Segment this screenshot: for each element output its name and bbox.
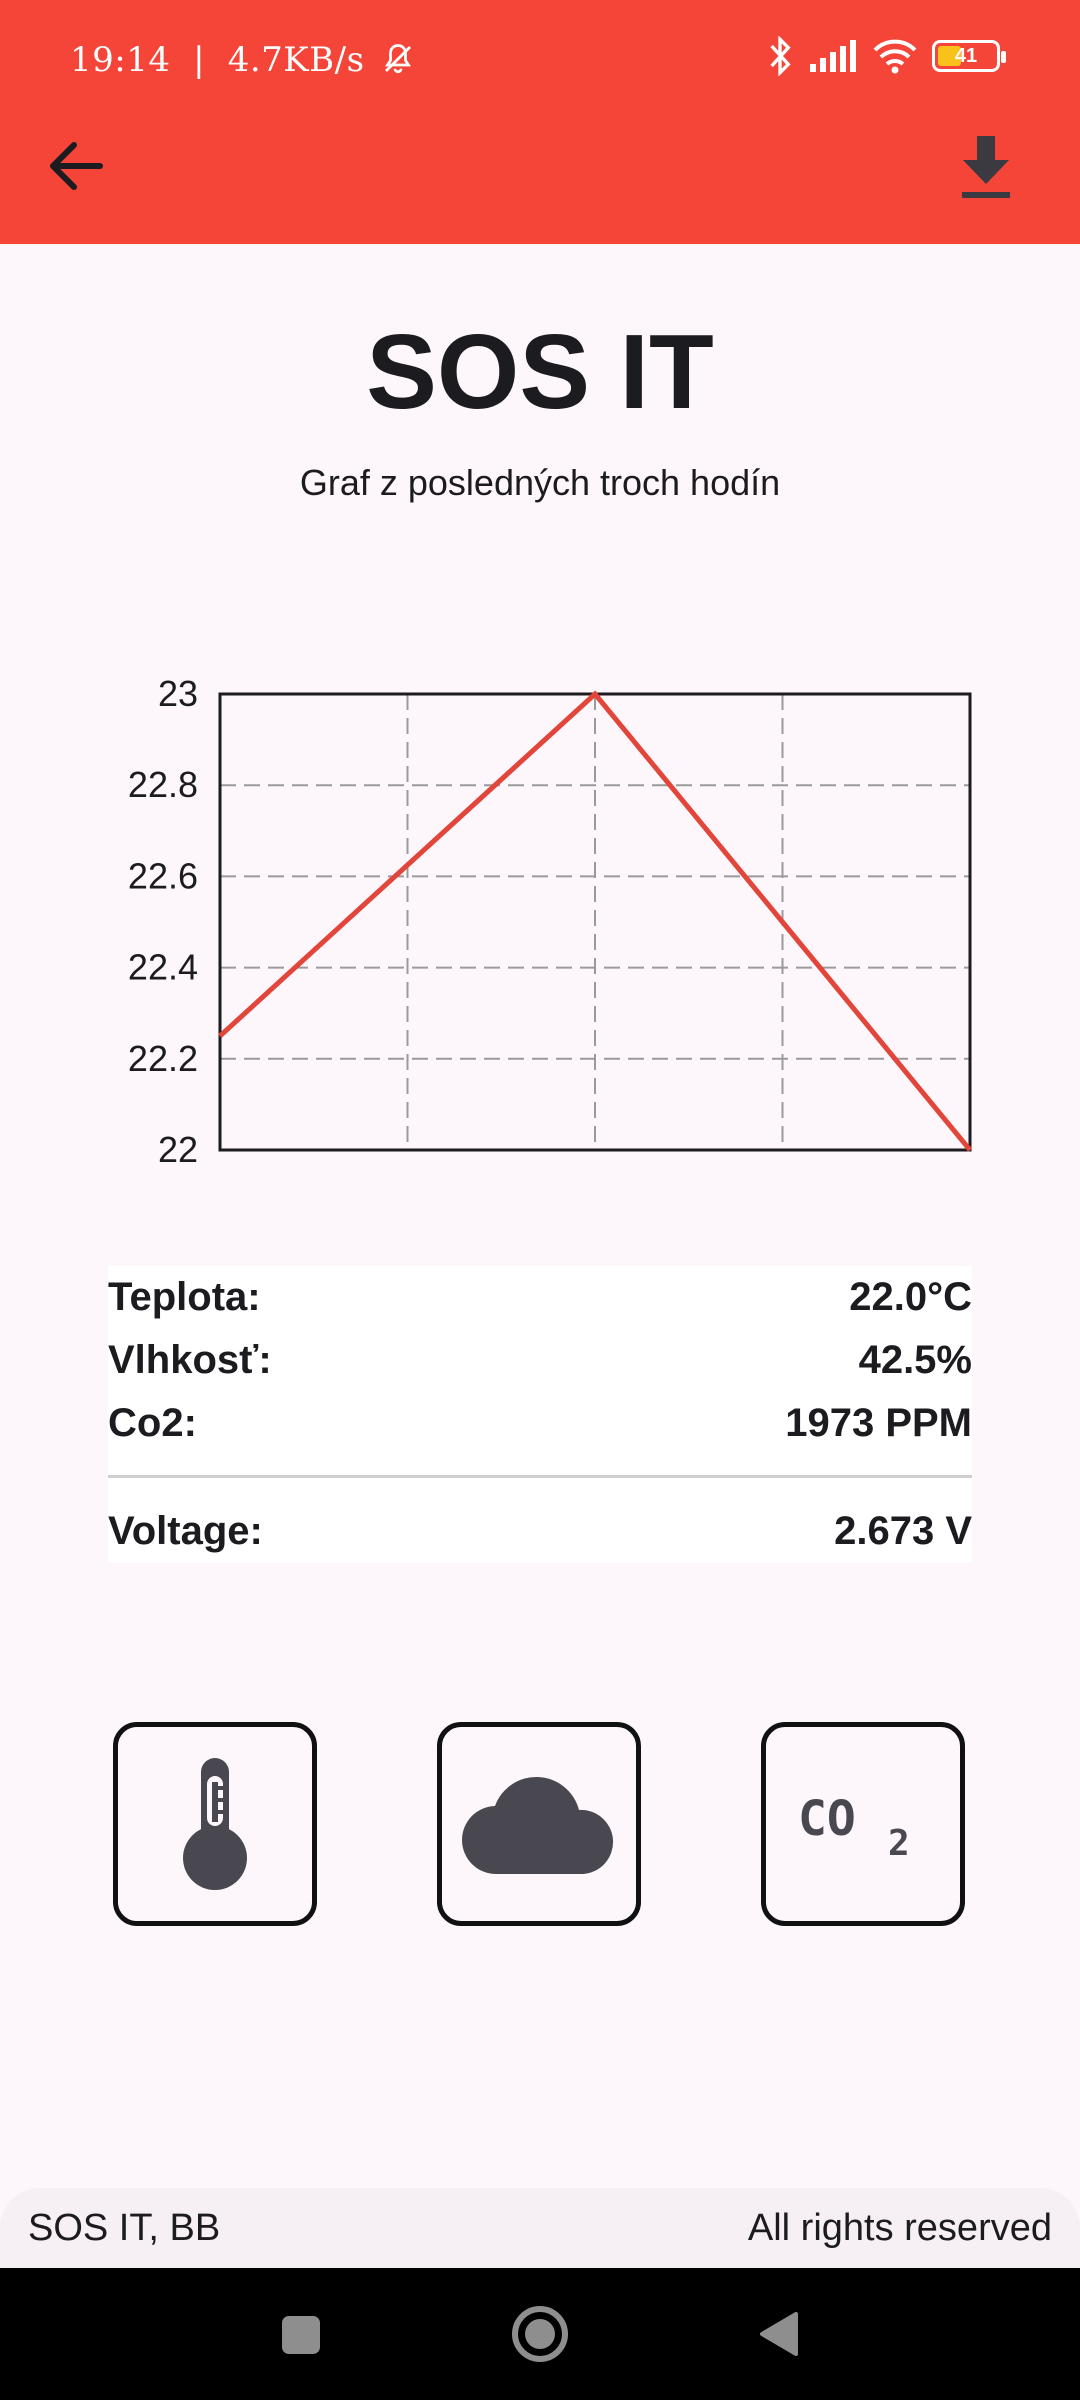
reading-row-temperature: Teplota: 22.0°C xyxy=(108,1266,972,1329)
chart-point xyxy=(969,1149,971,1151)
chart-y-tick-label: 22.4 xyxy=(128,947,198,988)
bluetooth-icon xyxy=(770,36,791,76)
chart-y-tick-label: 23 xyxy=(158,673,198,714)
page-title: SOS IT xyxy=(366,313,714,431)
temperature-value: 22.0°C xyxy=(849,1275,972,1319)
back-triangle-icon xyxy=(760,2312,798,2356)
download-icon xyxy=(962,136,1010,198)
back-nav-button[interactable] xyxy=(740,2294,820,2374)
footer-left: SOS IT, BB xyxy=(28,2206,221,2249)
signal-icon xyxy=(810,40,856,72)
status-right: 41 xyxy=(766,36,1006,76)
recents-square-icon xyxy=(282,2316,320,2354)
temperature-button[interactable] xyxy=(113,1722,317,1926)
footer: SOS IT, BB All rights reserved xyxy=(0,2188,1080,2268)
chart-point xyxy=(782,921,783,923)
chart-point xyxy=(594,693,596,695)
status-speed: 4.7KB/s xyxy=(227,40,365,80)
chart-y-tick-label: 22.8 xyxy=(128,764,198,805)
chart-point xyxy=(219,1035,221,1037)
home-button[interactable] xyxy=(500,2294,580,2374)
page-subtitle: Graf z posledných troch hodín xyxy=(299,462,781,503)
svg-text:CO: CO xyxy=(798,1791,856,1847)
status-time: 19:14 xyxy=(70,40,171,80)
reading-row-co2: Co2: 1973 PPM xyxy=(108,1392,972,1455)
readings-table: Teplota: 22.0°C Vlhkosť: 42.5% Co2: 1973… xyxy=(108,1266,972,1563)
reading-row-voltage: Voltage: 2.673 V xyxy=(108,1500,972,1563)
humidity-button[interactable] xyxy=(437,1722,641,1926)
mute-bell-icon xyxy=(384,44,411,74)
chart-y-tick-label: 22 xyxy=(158,1129,198,1170)
footer-right: All rights reserved xyxy=(747,2206,1052,2249)
recents-button[interactable] xyxy=(260,2294,340,2374)
wifi-icon xyxy=(873,39,917,74)
voltage-label: Voltage: xyxy=(108,1509,263,1553)
co2-label: Co2: xyxy=(108,1401,197,1445)
home-circle-icon xyxy=(512,2306,568,2362)
co2-button[interactable]: CO 2 xyxy=(761,1722,965,1926)
temperature-label: Teplota: xyxy=(108,1275,261,1319)
back-button[interactable] xyxy=(40,130,112,202)
chart-point xyxy=(407,864,408,866)
svg-text:2: 2 xyxy=(888,1823,910,1859)
temperature-chart: 22 22.2 22.4 22.6 22.8 23 xyxy=(128,673,972,1170)
cloud-icon xyxy=(461,1776,614,1875)
readings-divider xyxy=(108,1475,972,1478)
status-separator: | xyxy=(181,40,217,80)
app-bar: 19:14 | 4.7KB/s 41 xyxy=(0,0,1080,244)
download-button[interactable] xyxy=(950,130,1022,202)
reading-row-humidity: Vlhkosť: 42.5% xyxy=(108,1329,972,1392)
status-bar: 19:14 | 4.7KB/s 41 xyxy=(0,0,1080,120)
voltage-value: 2.673 V xyxy=(834,1509,972,1553)
chart-y-tick-label: 22.2 xyxy=(128,1038,198,1079)
co2-icon: CO 2 xyxy=(798,1791,910,1859)
battery-level: 41 xyxy=(954,45,978,67)
humidity-label: Vlhkosť: xyxy=(108,1338,272,1382)
co2-value: 1973 PPM xyxy=(785,1401,972,1445)
chart-y-tick-label: 22.6 xyxy=(128,855,198,896)
status-time-area: 19:14 | 4.7KB/s xyxy=(70,40,416,80)
arrow-left-icon xyxy=(50,142,103,190)
system-nav-bar xyxy=(0,2268,1080,2400)
humidity-value: 42.5% xyxy=(858,1338,972,1382)
battery-icon: 41 xyxy=(932,40,1006,72)
thermometer-icon xyxy=(183,1758,247,1890)
